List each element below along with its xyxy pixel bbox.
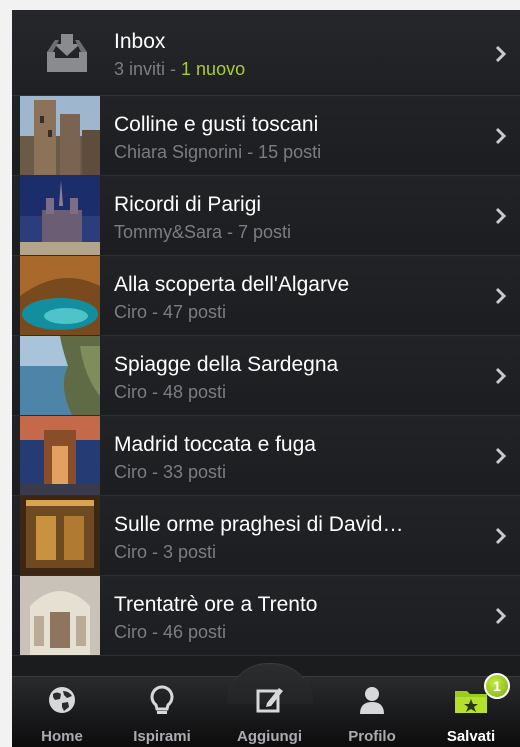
list-item[interactable]: Spiagge della Sardegna Ciro - 48 posti [12, 336, 520, 416]
bottom-tab-bar: Home Ispirami Aggiungi Profilo 1 Salvati [12, 663, 520, 747]
compose-icon [256, 688, 283, 713]
trip-thumbnail [20, 496, 100, 575]
inbox-count: 3 inviti - [114, 59, 182, 79]
saved-trips-screen: Inbox 3 inviti - 1 nuovo Colline e gusti… [12, 10, 520, 747]
tab-aggiungi[interactable]: Aggiungi [217, 677, 322, 747]
lightbulb-icon [150, 685, 174, 714]
tab-profilo[interactable]: Profilo [322, 677, 422, 747]
chevron-right-icon [495, 527, 507, 545]
inbox-new-count: 1 nuovo [181, 59, 246, 79]
trip-title: Colline e gusti toscani [114, 113, 319, 136]
trip-thumbnail [20, 416, 100, 495]
trip-title: Alla scoperta dell'Algarve [114, 273, 350, 296]
trip-title: Sulle orme praghesi di David… [114, 513, 404, 536]
person-icon [360, 687, 384, 714]
chevron-right-icon [495, 45, 507, 63]
tab-aggiungi-label: Aggiungi [237, 728, 302, 745]
inbox-title: Inbox [114, 30, 166, 53]
tab-home-label: Home [41, 728, 83, 745]
tab-ispirami-label: Ispirami [133, 728, 191, 745]
inbox-download-icon [47, 34, 87, 72]
trip-thumbnail [20, 96, 100, 175]
list-item[interactable]: Alla scoperta dell'Algarve Ciro - 47 pos… [12, 256, 520, 336]
trip-subtitle: Ciro - 3 posti [114, 542, 217, 562]
trip-subtitle: Ciro - 46 posti [114, 622, 227, 642]
list-item[interactable]: Madrid toccata e fuga Ciro - 33 posti [12, 416, 520, 496]
chevron-right-icon [495, 447, 507, 465]
saved-badge: 1 [484, 673, 510, 699]
trip-thumbnail [20, 176, 100, 255]
trip-title: Trentatrè ore a Trento [114, 593, 318, 616]
saved-list: Inbox 3 inviti - 1 nuovo Colline e gusti… [12, 10, 520, 656]
chevron-right-icon [495, 287, 507, 305]
trip-subtitle: Ciro - 48 posti [114, 382, 227, 402]
list-item[interactable]: Colline e gusti toscani Chiara Signorini… [12, 96, 520, 176]
trip-title: Spiagge della Sardegna [114, 353, 339, 376]
trip-thumbnail [20, 256, 100, 335]
inbox-row[interactable]: Inbox 3 inviti - 1 nuovo [12, 10, 520, 96]
list-item[interactable]: Trentatrè ore a Trento Ciro - 46 posti [12, 576, 520, 656]
trip-subtitle: Ciro - 47 posti [114, 302, 227, 322]
trip-subtitle: Tommy&Sara - 7 posti [114, 222, 292, 242]
chevron-right-icon [495, 607, 507, 625]
trip-title: Madrid toccata e fuga [114, 433, 316, 456]
trip-subtitle: Ciro - 33 posti [114, 462, 227, 482]
trip-subtitle: Chiara Signorini - 15 posti [114, 142, 322, 162]
inbox-subtitle: 3 inviti - 1 nuovo [114, 59, 470, 80]
tab-salvati[interactable]: 1 Salvati [422, 673, 520, 747]
chevron-right-icon [495, 367, 507, 385]
chevron-right-icon [495, 127, 507, 145]
chevron-right-icon [495, 207, 507, 225]
trip-title: Ricordi di Parigi [114, 193, 262, 216]
tab-home[interactable]: Home [12, 677, 112, 747]
tab-ispirami[interactable]: Ispirami [112, 677, 212, 747]
globe-icon [49, 687, 75, 713]
trip-thumbnail [20, 336, 100, 415]
tab-profilo-label: Profilo [348, 728, 396, 745]
list-item[interactable]: Ricordi di Parigi Tommy&Sara - 7 posti [12, 176, 520, 256]
inbox-thumb [20, 10, 100, 95]
trip-thumbnail [20, 576, 100, 655]
list-item[interactable]: Sulle orme praghesi di David… Ciro - 3 p… [12, 496, 520, 576]
tab-salvati-label: Salvati [446, 728, 496, 745]
